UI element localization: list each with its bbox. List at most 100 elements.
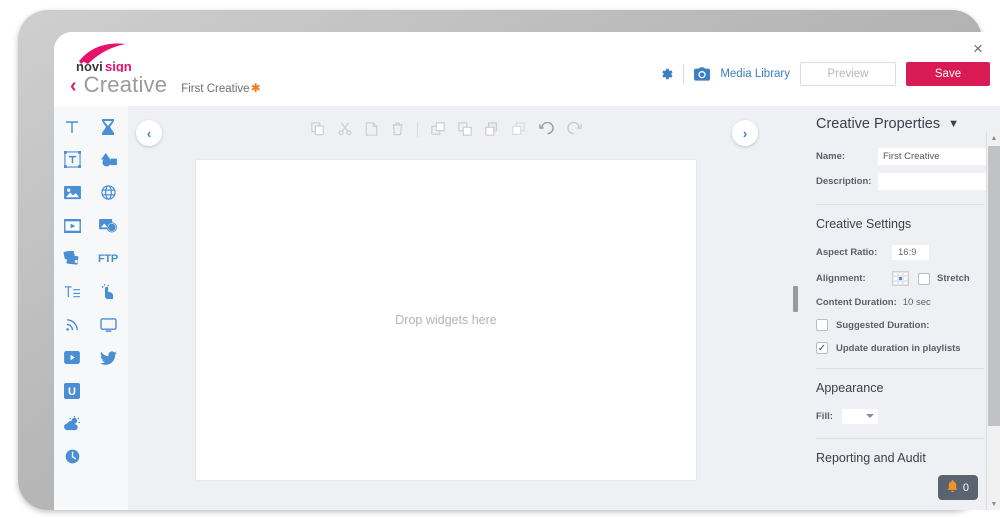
widget-clock-icon[interactable] xyxy=(55,440,89,473)
aspect-ratio-row: Aspect Ratio: 16:9 xyxy=(816,245,984,260)
notification-count: 0 xyxy=(962,481,969,494)
copy-icon[interactable] xyxy=(310,122,325,136)
widget-video-icon[interactable] xyxy=(55,209,89,242)
stretch-label: Stretch xyxy=(937,273,970,284)
widget-rss-icon[interactable] xyxy=(55,308,89,341)
properties-panel-header[interactable]: Creative Properties ▼ xyxy=(816,116,984,132)
widget-screen-icon[interactable] xyxy=(91,308,125,341)
trash-icon[interactable] xyxy=(391,122,404,136)
novisign-logo: novi sign xyxy=(76,43,132,72)
widget-slideshow-icon[interactable] xyxy=(55,242,89,275)
media-library-link[interactable]: Media Library xyxy=(720,68,790,80)
splitter-grip[interactable] xyxy=(793,286,798,312)
chevron-down-icon[interactable]: ▼ xyxy=(948,118,959,130)
send-backward-icon[interactable] xyxy=(484,122,499,136)
update-duration-row: ✓ Update duration in playlists xyxy=(816,342,984,354)
aspect-ratio-label: Aspect Ratio: xyxy=(816,247,878,258)
svg-text:sign: sign xyxy=(105,59,132,72)
header-divider xyxy=(683,64,685,84)
fill-label: Fill: xyxy=(816,411,833,422)
widget-touch-icon[interactable] xyxy=(91,275,125,308)
divider-3 xyxy=(816,438,984,439)
widget-youtube-icon[interactable] xyxy=(55,341,89,374)
description-row: Description: xyxy=(816,173,1000,190)
panel-splitter xyxy=(790,106,800,510)
widget-u-icon[interactable]: U xyxy=(55,374,89,407)
creative-settings-title: Creative Settings xyxy=(816,217,912,231)
fill-select[interactable] xyxy=(842,409,878,424)
description-input[interactable] xyxy=(878,173,1000,190)
document-name: First Creative xyxy=(181,83,250,95)
app-body: FTP U ‹ › Drop widgets here Creative Pro… xyxy=(54,106,1000,510)
content-duration-value: 10 sec xyxy=(902,297,931,308)
scroll-down-icon[interactable]: ▼ xyxy=(987,498,1000,510)
description-label: Description: xyxy=(816,176,872,187)
widget-globe-icon[interactable] xyxy=(91,176,125,209)
widget-weather-icon[interactable] xyxy=(55,407,89,440)
svg-text:novi: novi xyxy=(76,59,103,72)
widget-web-image-icon[interactable] xyxy=(91,209,125,242)
close-icon[interactable]: × xyxy=(966,38,990,62)
header-actions: Media Library Preview Save xyxy=(659,62,990,86)
update-duration-checkbox[interactable]: ✓ xyxy=(816,342,828,354)
send-to-back-icon[interactable] xyxy=(511,122,526,136)
device-frame: novi sign × ‹ Creative First Creative ✱ xyxy=(18,10,1000,510)
scrollbar-thumb[interactable] xyxy=(988,146,1000,426)
svg-text:U: U xyxy=(68,386,76,398)
suggested-duration-label: Suggested Duration: xyxy=(836,319,930,331)
scroll-up-icon[interactable]: ▲ xyxy=(987,132,1000,144)
widget-spacer-2 xyxy=(91,407,125,440)
aspect-ratio-value[interactable]: 16:9 xyxy=(892,245,929,260)
bring-to-front-icon[interactable] xyxy=(430,122,445,136)
widget-ftp-icon[interactable]: FTP xyxy=(91,242,125,275)
creative-canvas[interactable]: Drop widgets here xyxy=(196,160,696,480)
name-input[interactable] xyxy=(878,148,1000,165)
properties-panel: Creative Properties ▼ Name: Description:… xyxy=(800,106,1000,510)
editor-area: Drop widgets here xyxy=(128,106,764,510)
properties-panel-title: Creative Properties xyxy=(816,116,941,132)
content-duration-row: Content Duration: 10 sec xyxy=(816,297,984,308)
align-cell[interactable] xyxy=(903,280,908,285)
page-title: Creative xyxy=(83,72,168,97)
properties-scrollbar[interactable]: ▲ ▼ xyxy=(986,132,1000,510)
stretch-checkbox[interactable] xyxy=(918,272,930,285)
widget-shapes-icon[interactable] xyxy=(91,143,125,176)
redo-icon[interactable] xyxy=(566,122,582,136)
back-button[interactable]: ‹ xyxy=(70,76,77,96)
app-header: novi sign × ‹ Creative First Creative ✱ xyxy=(54,32,1000,106)
camera-icon[interactable] xyxy=(694,67,711,81)
notification-badge[interactable]: 0 xyxy=(937,475,978,500)
toolbar-divider xyxy=(416,121,418,137)
collapse-left-panel-button[interactable]: ‹ xyxy=(136,120,162,146)
paste-icon[interactable] xyxy=(365,122,378,136)
widget-text-icon[interactable] xyxy=(55,110,89,143)
breadcrumb: ‹ Creative First Creative ✱ xyxy=(70,72,261,98)
undo-icon[interactable] xyxy=(538,122,554,136)
widget-text-list-icon[interactable] xyxy=(55,275,89,308)
alignment-label: Alignment: xyxy=(816,273,866,284)
bring-forward-icon[interactable] xyxy=(457,122,472,136)
divider-2 xyxy=(816,368,984,369)
widget-spacer xyxy=(91,374,125,407)
save-button[interactable]: Save xyxy=(906,62,990,86)
suggested-duration-row: Suggested Duration: xyxy=(816,319,984,331)
widget-twitter-icon[interactable] xyxy=(91,341,125,374)
widget-toolbar: FTP U xyxy=(54,106,128,510)
collapse-right-panel-button[interactable]: › xyxy=(732,120,758,146)
widget-rich-text-icon[interactable] xyxy=(55,143,89,176)
gear-icon[interactable] xyxy=(659,67,673,81)
reporting-and-audit-title: Reporting and Audit xyxy=(816,451,926,465)
app-window: novi sign × ‹ Creative First Creative ✱ xyxy=(54,32,1000,510)
update-duration-label: Update duration in playlists xyxy=(836,342,961,354)
bell-icon xyxy=(947,480,958,495)
cut-icon[interactable] xyxy=(338,122,352,136)
alignment-grid[interactable] xyxy=(892,271,909,286)
widget-hourglass-icon[interactable] xyxy=(91,110,125,143)
widget-image-icon[interactable] xyxy=(55,176,89,209)
edit-toolbar xyxy=(128,106,764,152)
alignment-row: Alignment: Stretch xyxy=(816,271,984,286)
suggested-duration-checkbox[interactable] xyxy=(816,319,828,331)
preview-button[interactable]: Preview xyxy=(800,62,896,86)
fill-row: Fill: xyxy=(816,409,984,424)
name-label: Name: xyxy=(816,151,846,162)
